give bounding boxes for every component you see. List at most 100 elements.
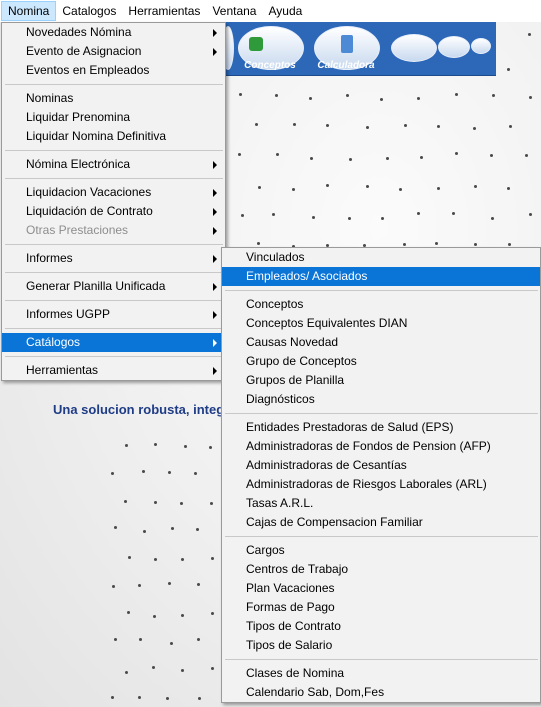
- menu-separator: [225, 290, 538, 291]
- nomina-item-liquidar-prenomina[interactable]: Liquidar Prenomina: [2, 108, 225, 127]
- catalogos-item-tipos-de-contrato[interactable]: Tipos de Contrato: [222, 617, 540, 636]
- fabric-dot: [417, 97, 421, 101]
- fabric-dot: [528, 95, 532, 99]
- nomina-item-liquidacion-vacaciones[interactable]: Liquidacion Vacaciones: [2, 183, 225, 202]
- nomina-item-liquidacion-de-contrato[interactable]: Liquidación de Contrato: [2, 202, 225, 221]
- fabric-dot: [312, 216, 316, 220]
- catalogos-item-formas-de-pago[interactable]: Formas de Pago: [222, 598, 540, 617]
- nomina-item-generar-planilla-unificada[interactable]: Generar Planilla Unificada: [2, 277, 225, 296]
- fabric-dot: [403, 123, 407, 127]
- catalogos-item-calendario-sab-dom-fes[interactable]: Calendario Sab, Dom,Fes: [222, 683, 540, 702]
- fabric-dot: [436, 187, 440, 191]
- catalogos-item-administradoras-de-fondos-de-pension-afp[interactable]: Administradoras de Fondos de Pension (AF…: [222, 437, 540, 456]
- fabric-dot: [128, 556, 132, 560]
- nomina-item-eventos-en-empleados[interactable]: Eventos en Empleados: [2, 61, 225, 80]
- menu-separator: [225, 659, 538, 660]
- catalogos-item-diagnosticos[interactable]: Diagnósticos: [222, 390, 540, 409]
- catalogos-item-grupos-de-planilla[interactable]: Grupos de Planilla: [222, 371, 540, 390]
- menu-separator: [5, 356, 223, 357]
- catalogos-item-administradoras-de-cesantias[interactable]: Administradoras de Cesantías: [222, 456, 540, 475]
- menu-catalogos[interactable]: Catalogos: [56, 1, 122, 21]
- catalogos-item-tipos-de-salario[interactable]: Tipos de Salario: [222, 636, 540, 655]
- menu-item-label: Administradoras de Fondos de Pension (AF…: [246, 439, 491, 453]
- menu-item-label: Grupos de Planilla: [246, 373, 345, 387]
- fabric-dot: [347, 217, 351, 221]
- menu-separator: [5, 84, 223, 85]
- toolbar: Conceptos Calculadora: [218, 22, 496, 76]
- fabric-dot: [138, 584, 142, 588]
- calculator-icon: [341, 35, 353, 53]
- fabric-dot: [525, 154, 529, 158]
- fabric-dot: [124, 500, 128, 504]
- catalogos-item-cajas-de-compensacion-familiar[interactable]: Cajas de Compensacion Familiar: [222, 513, 540, 532]
- catalogos-item-cargos[interactable]: Cargos: [222, 541, 540, 560]
- catalogos-item-grupo-de-conceptos[interactable]: Grupo de Conceptos: [222, 352, 540, 371]
- fabric-dot: [113, 526, 117, 530]
- menu-item-label: Liquidacion Vacaciones: [26, 185, 152, 199]
- nomina-item-catalogos[interactable]: Catálogos: [2, 333, 225, 352]
- menu-item-label: Liquidación de Contrato: [26, 204, 153, 218]
- fabric-dot: [258, 186, 262, 190]
- fabric-dot: [473, 242, 477, 246]
- catalogos-item-entidades-prestadoras-de-salud-eps[interactable]: Entidades Prestadoras de Salud (EPS): [222, 418, 540, 437]
- menu-item-label: Empleados/ Asociados: [246, 269, 368, 283]
- fabric-dot: [385, 157, 389, 161]
- fabric-dot: [420, 155, 424, 159]
- catalogos-item-tasas-a-r-l[interactable]: Tasas A.R.L.: [222, 494, 540, 513]
- nomina-item-liquidar-nomina-definitiva[interactable]: Liquidar Nomina Definitiva: [2, 127, 225, 146]
- catalogos-item-conceptos-equivalentes-dian[interactable]: Conceptos Equivalentes DIAN: [222, 314, 540, 333]
- menu-separator: [5, 300, 223, 301]
- catalogos-item-causas-novedad[interactable]: Causas Novedad: [222, 333, 540, 352]
- menu-item-label: Entidades Prestadoras de Salud (EPS): [246, 420, 454, 434]
- fabric-dot: [528, 32, 532, 36]
- menu-ayuda[interactable]: Ayuda: [262, 1, 308, 21]
- menu-item-label: Evento de Asignacion: [26, 44, 142, 58]
- catalogos-item-vinculados[interactable]: Vinculados: [222, 248, 540, 267]
- menu-item-label: Generar Planilla Unificada: [26, 279, 166, 293]
- fabric-dot: [256, 242, 260, 246]
- fabric-dot: [211, 666, 215, 670]
- fabric-dot: [141, 470, 145, 474]
- catalogos-item-clases-de-nomina[interactable]: Clases de Nomina: [222, 664, 540, 683]
- fabric-dot: [326, 184, 330, 188]
- nomina-item-evento-de-asignacion[interactable]: Evento de Asignacion: [2, 42, 225, 61]
- menu-ventana[interactable]: Ventana: [206, 1, 262, 21]
- submenu-arrow-icon: [213, 189, 217, 197]
- catalogos-item-administradoras-de-riesgos-laborales-arl[interactable]: Administradoras de Riesgos Laborales (AR…: [222, 475, 540, 494]
- nomina-item-nominas[interactable]: Nominas: [2, 89, 225, 108]
- arrow-left-icon: [249, 37, 263, 51]
- fabric-dot: [508, 124, 512, 128]
- fabric-dot: [196, 583, 200, 587]
- nomina-item-novedades-nomina[interactable]: Novedades Nómina: [2, 23, 225, 42]
- toolbar-button-3[interactable]: [391, 34, 437, 62]
- toolbar-button-5[interactable]: [471, 38, 491, 54]
- catalogos-item-empleados-asociados[interactable]: Empleados/ Asociados: [222, 267, 540, 286]
- toolbar-button-4[interactable]: [438, 36, 470, 58]
- fabric-dot: [454, 93, 458, 97]
- fabric-dot: [180, 557, 184, 561]
- menu-item-label: Plan Vacaciones: [246, 581, 335, 595]
- nomina-item-herramientas[interactable]: Herramientas: [2, 361, 225, 380]
- menu-nomina[interactable]: Nomina: [1, 1, 57, 21]
- fabric-dot: [181, 613, 185, 617]
- menu-item-label: Cajas de Compensacion Familiar: [246, 515, 423, 529]
- catalogos-item-centros-de-trabajo[interactable]: Centros de Trabajo: [222, 560, 540, 579]
- fabric-dot: [183, 445, 187, 449]
- catalogos-item-conceptos[interactable]: Conceptos: [222, 295, 540, 314]
- menu-item-label: Clases de Nomina: [246, 666, 345, 680]
- fabric-dot: [153, 557, 157, 561]
- menu-item-label: Informes: [26, 251, 73, 265]
- nomina-item-informes[interactable]: Informes: [2, 249, 225, 268]
- menu-herramientas[interactable]: Herramientas: [122, 1, 206, 21]
- fabric-dot: [209, 445, 212, 449]
- nomina-item-informes-ugpp[interactable]: Informes UGPP: [2, 305, 225, 324]
- fabric-dot: [167, 471, 171, 475]
- fabric-dot: [166, 696, 170, 700]
- menu-item-label: Nominas: [26, 91, 74, 105]
- fabric-dot: [241, 213, 245, 217]
- fabric-dot: [153, 614, 157, 618]
- catalogos-item-plan-vacaciones[interactable]: Plan Vacaciones: [222, 579, 540, 598]
- nomina-item-nomina-electronica[interactable]: Nómina Electrónica: [2, 155, 225, 174]
- catalogos-submenu: Vinculados Empleados/ Asociados Conceptos C…: [221, 247, 541, 703]
- fabric-dot: [111, 585, 115, 589]
